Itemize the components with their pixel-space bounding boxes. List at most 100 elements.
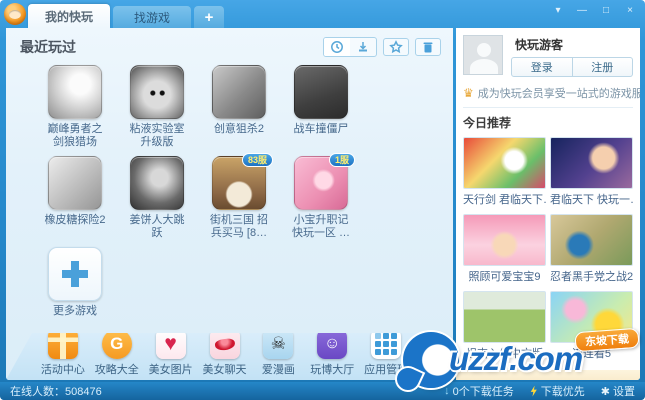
history-icon[interactable] [324, 38, 350, 56]
user-box: 快玩游客 登录 注册 [463, 35, 633, 77]
game-icon[interactable] [212, 65, 266, 119]
sidebar: 快玩游客 登录 注册 ♛ 成为快玩会员享受一站式的游戏服务 今日推荐 天行剑 君… [456, 28, 640, 380]
divider [463, 107, 633, 108]
recommend-thumbnail[interactable] [550, 291, 633, 343]
more-games-tile[interactable]: 更多游戏 [34, 247, 116, 332]
maximize-button[interactable]: □ [595, 2, 617, 18]
close-button[interactable]: × [619, 2, 641, 18]
delete-trash-icon[interactable] [415, 38, 441, 56]
recommend-item[interactable]: 君临天下 快玩一… [550, 137, 633, 210]
gift-icon [48, 329, 78, 359]
game-label: 巅峰勇者之 剑狼猎场 [48, 123, 103, 150]
lips-icon [210, 329, 240, 359]
login-button[interactable]: 登录 [511, 57, 573, 77]
game-tile[interactable]: 橡皮糖探险2 [34, 156, 116, 241]
kuaiwan-logo-icon [4, 3, 26, 25]
tab-find-games[interactable]: 找游戏 [113, 6, 191, 28]
game-label: 粘液实验室 升级版 [130, 123, 185, 150]
game-tile[interactable]: 姜饼人大跳 跃 [116, 156, 198, 241]
recommend-label: 连连看5 [550, 345, 633, 361]
recommend-item[interactable]: 坦克入侵中文版 [463, 291, 546, 364]
app-wanbo-hall[interactable]: ☺ 玩博大厅 [305, 341, 359, 377]
settings-label: 设置 [613, 383, 635, 399]
download-priority[interactable]: 下载优先 [530, 383, 585, 399]
favorite-star-icon[interactable] [383, 38, 409, 56]
recommend-item[interactable]: 忍者黑手党之战2 [550, 214, 633, 287]
recommend-label: 照顾可爱宝宝9 [463, 268, 546, 284]
app-comics[interactable]: ☠ 爱漫画 [251, 341, 305, 377]
settings[interactable]: ✱ 设置 [601, 383, 635, 399]
game-icon[interactable] [130, 65, 184, 119]
app-label: 美女图片 [149, 361, 193, 377]
game-icon[interactable] [294, 65, 348, 119]
app-label: 爱漫画 [262, 361, 295, 377]
minimize-button[interactable]: — [571, 2, 593, 18]
game-label: 战车撞僵尸 [294, 123, 349, 150]
app-beauty-pictures[interactable]: ♥ 美女图片 [144, 341, 198, 377]
main-panel: 最近玩过 [6, 28, 453, 380]
game-icon[interactable]: 1服 [294, 156, 348, 210]
game-tile[interactable]: 创意狙杀2 [198, 65, 280, 150]
section-title-recently-played: 最近玩过 [20, 37, 76, 57]
game-tile[interactable]: 83服 街机三国 招 兵买马 [8… [198, 156, 280, 241]
pirate-skull-icon: ☠ [263, 329, 293, 359]
download-arrow-icon: ↓ [444, 385, 450, 397]
tab-my-kuaiwan[interactable]: 我的快玩 [28, 4, 110, 28]
recently-played-grid: 巅峰勇者之 剑狼猎场 粘液实验室 升级版 创意狙杀2 战车撞僵尸 橡皮糖探险2 [34, 65, 453, 338]
game-tile[interactable]: 战车撞僵尸 [280, 65, 362, 150]
tab-bar: 我的快玩 找游戏 + [28, 0, 227, 28]
gear-icon: ✱ [601, 385, 610, 398]
window-controls: ▾ — □ × [545, 2, 641, 18]
server-count-badge: 83服 [242, 153, 273, 167]
game-label: 橡皮糖探险2 [44, 214, 105, 241]
game-icon[interactable] [48, 65, 102, 119]
game-icon[interactable] [130, 156, 184, 210]
recommend-item[interactable]: 天行剑 君临天下… [463, 137, 546, 210]
heart-icon: ♥ [156, 329, 186, 359]
app-grid-icon [371, 329, 401, 359]
game-icon[interactable] [48, 156, 102, 210]
app-label: 玩博大厅 [310, 361, 354, 377]
recommend-thumbnail[interactable] [463, 214, 546, 266]
member-promo[interactable]: ♛ 成为快玩会员享受一站式的游戏服务 [463, 85, 633, 101]
avatar [463, 35, 503, 75]
game-icon[interactable]: 83服 [212, 156, 266, 210]
recommend-title: 今日推荐 [463, 114, 633, 131]
kuaiwan-client-window: 我的快玩 找游戏 + ▾ — □ × 最近玩过 [0, 0, 645, 400]
app-label: 攻略大全 [95, 361, 139, 377]
online-count: 在线人数：508476 [10, 383, 102, 399]
crown-icon: ♛ [463, 86, 474, 100]
app-strategy-guide[interactable]: G 攻略大全 [90, 341, 144, 377]
register-button[interactable]: 注册 [573, 57, 634, 77]
plus-icon[interactable] [48, 247, 102, 301]
recommend-thumbnail[interactable] [463, 137, 546, 189]
new-tab-button[interactable]: + [194, 6, 224, 28]
download-priority-label: 下载优先 [541, 383, 585, 399]
main-menu-button[interactable]: ▾ [547, 2, 569, 18]
app-management[interactable]: 应用管理 [359, 341, 413, 377]
app-beauty-chat[interactable]: 美女聊天 [198, 341, 252, 377]
app-label: 应用管理 [364, 361, 408, 377]
game-label: 创意狙杀2 [214, 123, 264, 150]
recommend-item[interactable]: 照顾可爱宝宝9 [463, 214, 546, 287]
more-games-label: 更多游戏 [53, 305, 97, 332]
game-tile[interactable]: 1服 小宝升职记 快玩一区 … [280, 156, 362, 241]
g-letter-icon: G [102, 329, 132, 359]
user-name: 快玩游客 [515, 36, 633, 53]
download-icon[interactable] [350, 38, 376, 56]
titlebar: 我的快玩 找游戏 + ▾ — □ × [0, 0, 645, 28]
app-activity-center[interactable]: 活动中心 [36, 341, 90, 377]
app-label: 活动中心 [41, 361, 85, 377]
recommend-thumbnail[interactable] [463, 291, 546, 343]
game-tile[interactable]: 巅峰勇者之 剑狼猎场 [34, 65, 116, 150]
recommend-label: 君临天下 快玩一… [550, 191, 633, 207]
recommendations-grid: 天行剑 君临天下… 君临天下 快玩一… 照顾可爱宝宝9 忍者黑手党之战2 坦克入… [463, 137, 633, 368]
recommend-thumbnail[interactable] [550, 214, 633, 266]
ad-banner[interactable]: 保护凯撒 [456, 370, 640, 380]
recommend-label: 坦克入侵中文版 [463, 345, 546, 361]
recommend-thumbnail[interactable] [550, 137, 633, 189]
game-tile[interactable]: 粘液实验室 升级版 [116, 65, 198, 150]
ad-banner-text: 保护凯撒 [464, 376, 540, 380]
recommend-item[interactable]: 连连看5 [550, 291, 633, 364]
download-tasks[interactable]: ↓ 0个下载任务 [444, 383, 514, 399]
